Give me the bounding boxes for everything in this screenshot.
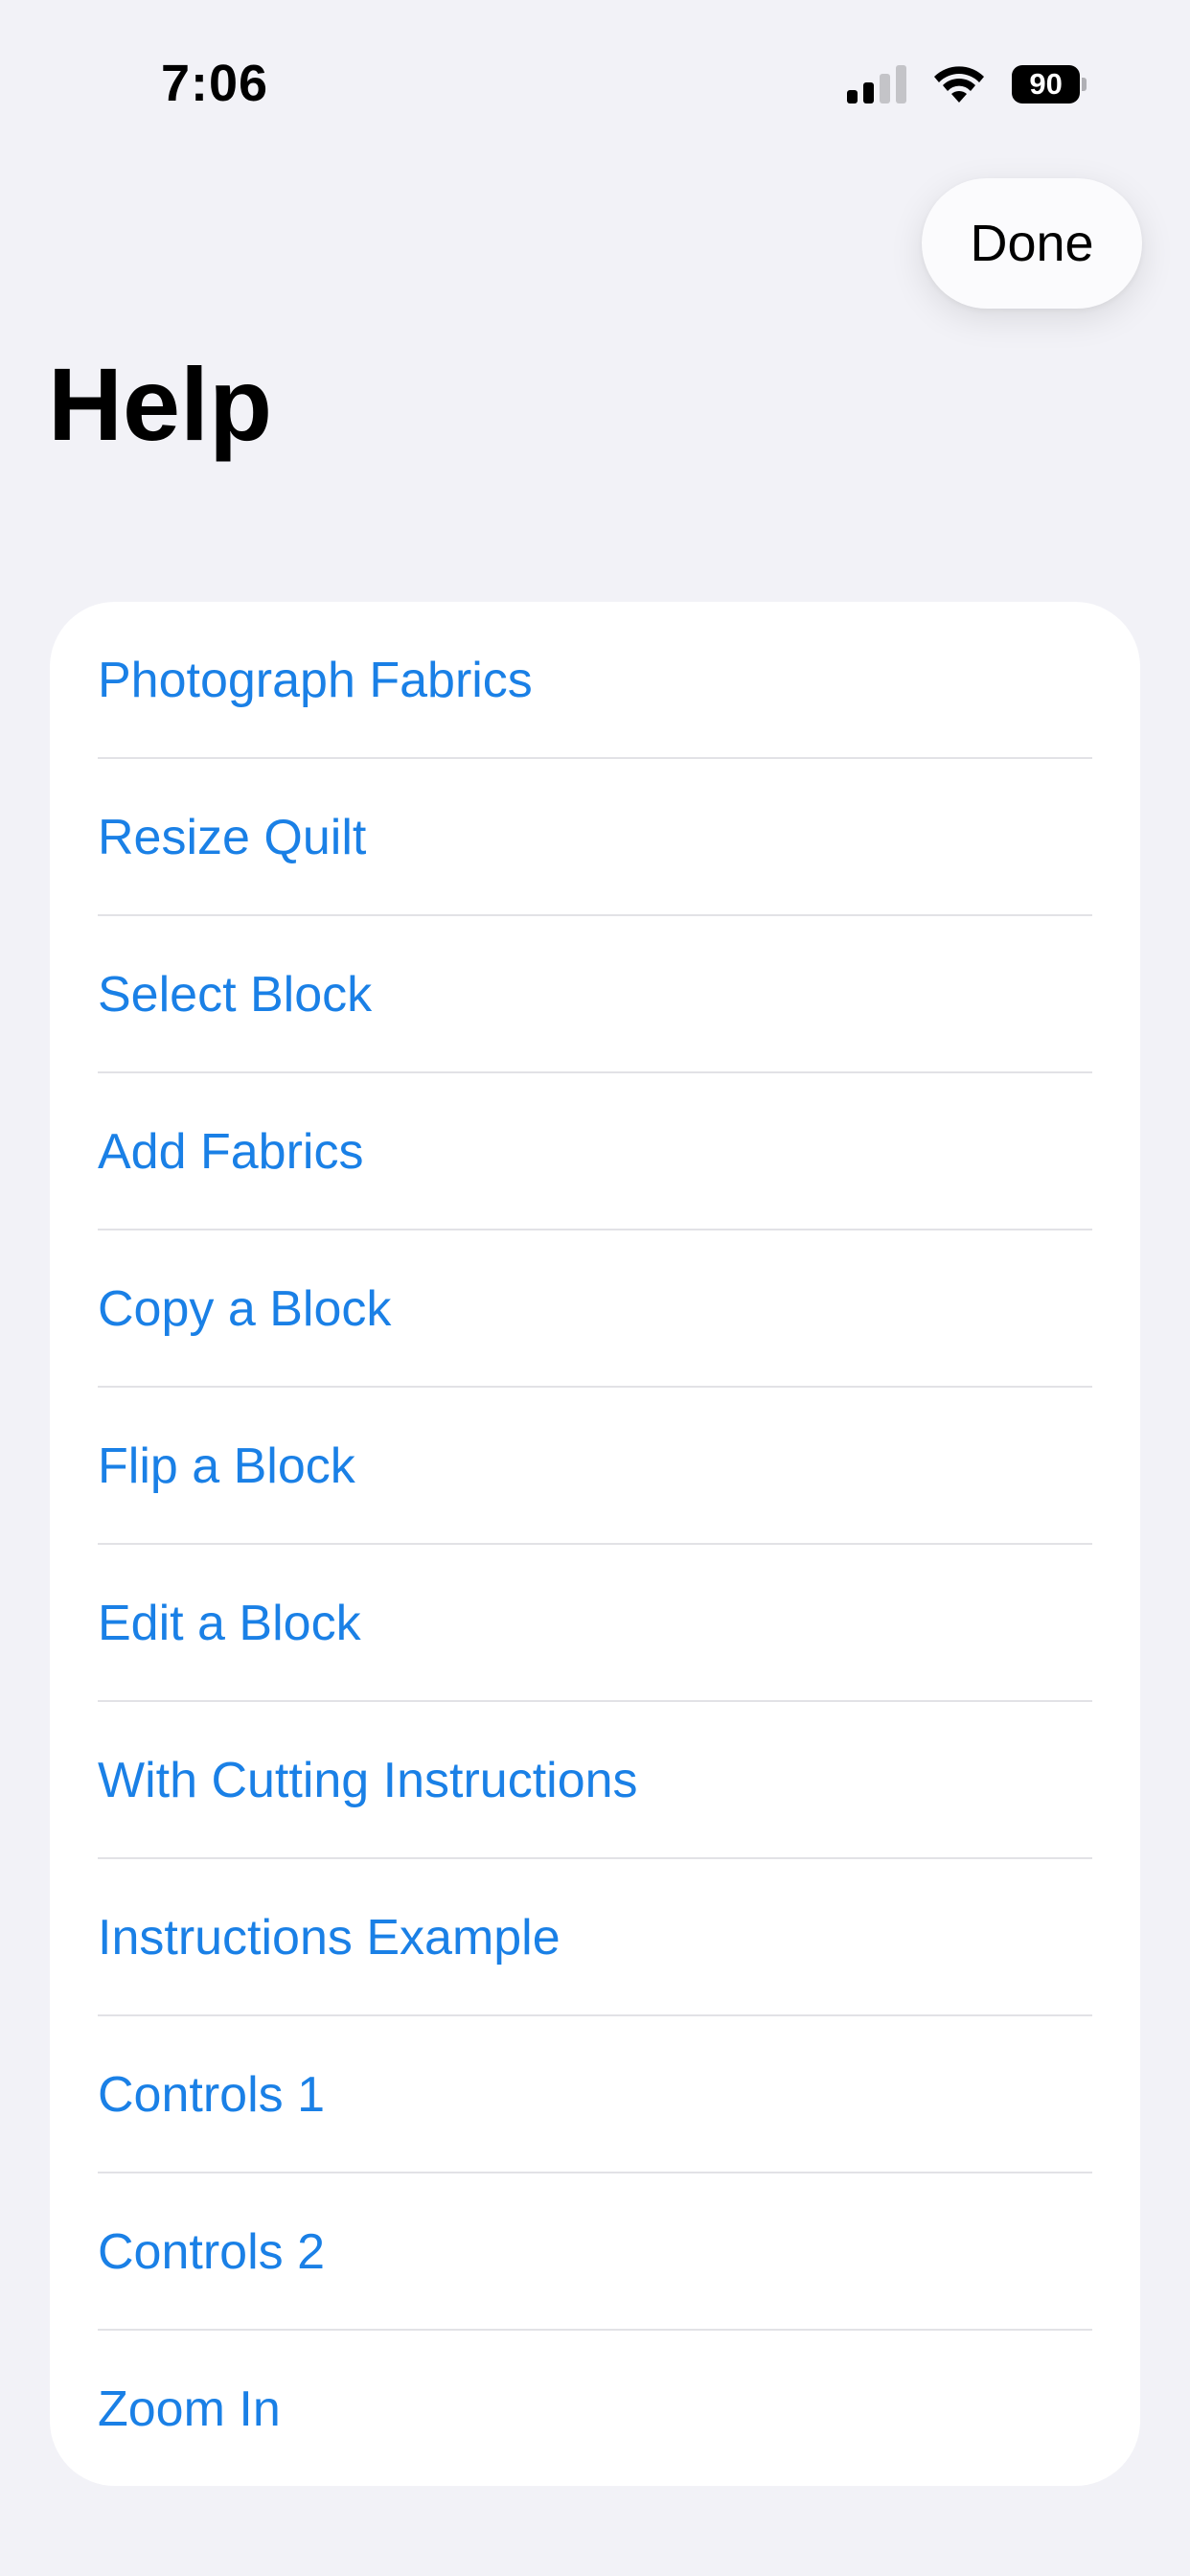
help-item-label: Instructions Example [98,1910,561,1966]
cellular-signal-icon [847,65,906,104]
help-item-copy-a-block[interactable]: Copy a Block [50,1230,1140,1388]
help-item-label: Copy a Block [98,1281,392,1337]
help-item-label: Controls 1 [98,2067,325,2123]
status-time: 7:06 [161,55,269,112]
page-title: Help [48,346,273,462]
help-item-label: Select Block [98,967,373,1023]
wifi-icon [934,66,984,103]
help-item-label: Controls 2 [98,2224,325,2280]
help-item-label: Add Fabrics [98,1124,364,1180]
help-topics-list: Photograph Fabrics Resize Quilt Select B… [50,602,1140,2486]
done-button[interactable]: Done [922,178,1142,309]
help-item-label: Resize Quilt [98,810,367,865]
help-screen: 7:06 90 Done Help Photograph Fabrics Res… [0,0,1190,2576]
status-icons: 90 [847,63,1087,105]
help-item-label: With Cutting Instructions [98,1753,638,1808]
help-item-label: Edit a Block [98,1596,361,1651]
help-item-label: Zoom In [98,2381,281,2437]
help-item-photograph-fabrics[interactable]: Photograph Fabrics [50,602,1140,759]
help-item-resize-quilt[interactable]: Resize Quilt [50,759,1140,916]
help-item-with-cutting-instructions[interactable]: With Cutting Instructions [50,1702,1140,1859]
help-item-zoom-in[interactable]: Zoom In [50,2331,1140,2486]
help-item-label: Photograph Fabrics [98,653,533,708]
help-item-edit-a-block[interactable]: Edit a Block [50,1545,1140,1702]
help-item-controls-1[interactable]: Controls 1 [50,2016,1140,2174]
help-item-label: Flip a Block [98,1438,355,1494]
help-item-flip-a-block[interactable]: Flip a Block [50,1388,1140,1545]
help-item-controls-2[interactable]: Controls 2 [50,2174,1140,2331]
battery-cap [1082,78,1087,91]
battery-icon: 90 [1012,64,1087,104]
help-item-add-fabrics[interactable]: Add Fabrics [50,1073,1140,1230]
help-item-select-block[interactable]: Select Block [50,916,1140,1073]
battery-level: 90 [1012,65,1081,104]
help-item-instructions-example[interactable]: Instructions Example [50,1859,1140,2016]
